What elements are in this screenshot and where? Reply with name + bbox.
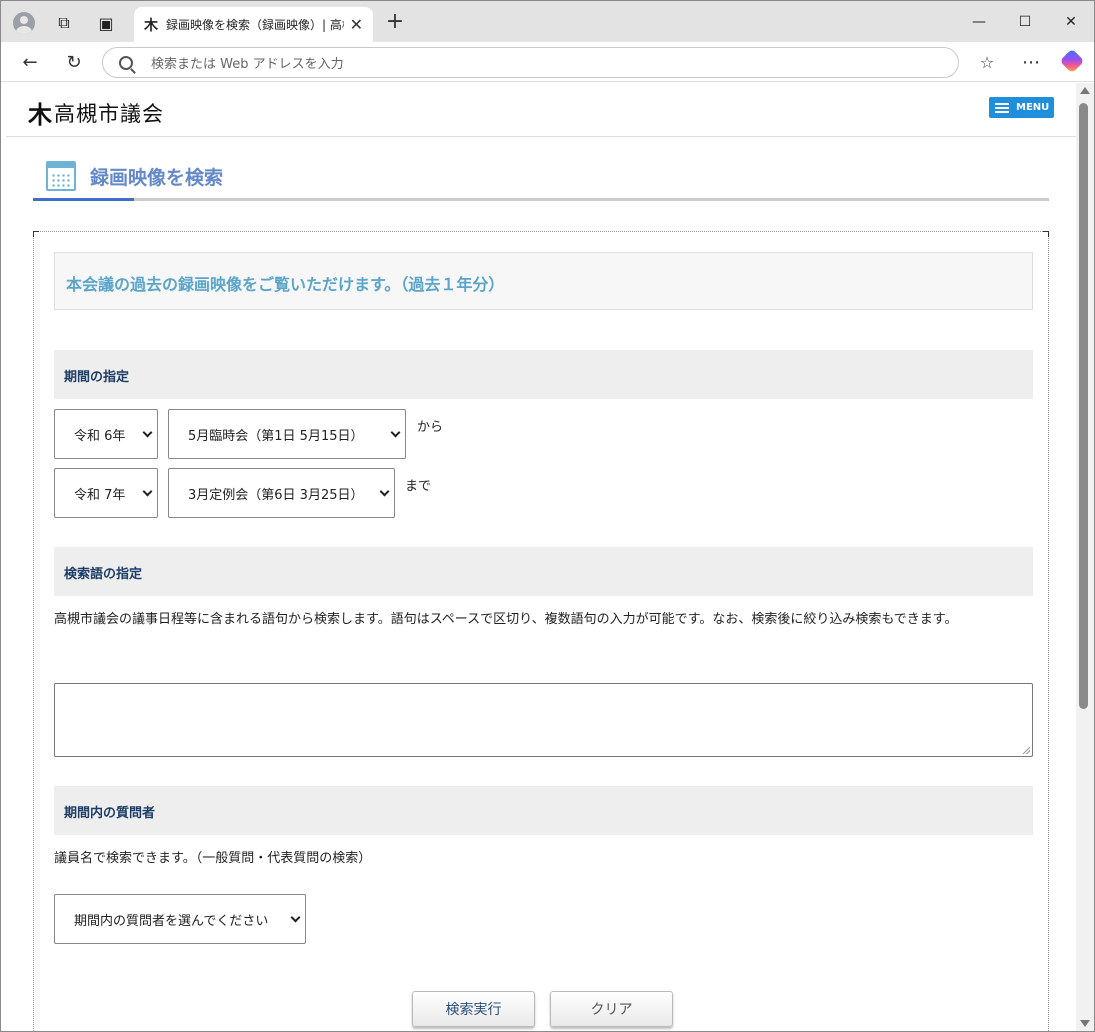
scroll-down-icon[interactable] bbox=[1080, 1020, 1090, 1027]
city-emblem-icon: 木 bbox=[28, 101, 52, 129]
site-logo[interactable]: 木 高槻市議会 bbox=[28, 95, 164, 130]
back-button[interactable]: ← bbox=[16, 48, 44, 76]
window-controls: — ☐ ✕ bbox=[956, 1, 1094, 42]
questioner-value: 期間内の質問者を選んでください bbox=[74, 913, 269, 929]
browser-tab-active[interactable]: 木 録画映像を検索（録画映像）| 高槻市議会 ✕ bbox=[134, 7, 373, 42]
browser-window: ⧉ ▣ 木 録画映像を検索（録画映像）| 高槻市議会 ✕ + — ☐ ✕ ← ↻… bbox=[0, 0, 1095, 1032]
site-name: 高槻市議会 bbox=[54, 101, 164, 126]
refresh-button[interactable]: ↻ bbox=[60, 48, 88, 76]
keyword-heading: 検索語の指定 bbox=[54, 547, 1033, 596]
menu-button[interactable]: MENU bbox=[989, 97, 1054, 118]
keyword-description: 高槻市議会の議事日程等に含まれる語句から検索します。語句はスペースで区切り、複数… bbox=[54, 612, 958, 627]
period-heading: 期間の指定 bbox=[54, 350, 1033, 399]
keyword-textarea[interactable] bbox=[54, 683, 1033, 757]
to-session-value: 3月定例会（第6日 3月25日） bbox=[188, 487, 364, 503]
chevron-down-icon bbox=[379, 486, 390, 497]
favorites-icon[interactable]: ☆ bbox=[973, 48, 1001, 76]
search-button[interactable]: 検索実行 bbox=[412, 991, 535, 1027]
browser-toolbar: ← ↻ 検索または Web アドレスを入力 ☆ ⋯ bbox=[1, 42, 1094, 82]
chevron-down-icon bbox=[142, 486, 153, 497]
scroll-up-icon[interactable] bbox=[1080, 87, 1090, 94]
search-form: 本会議の過去の録画映像をご覧いただけます。（過去１年分） 期間の指定 令和 6年… bbox=[33, 231, 1049, 1031]
from-year-select[interactable]: 令和 6年 bbox=[54, 409, 158, 459]
site-favicon: 木 bbox=[144, 17, 158, 34]
questioner-heading: 期間内の質問者 bbox=[54, 786, 1033, 835]
from-suffix: から bbox=[417, 420, 444, 435]
maximize-button[interactable]: ☐ bbox=[1002, 1, 1048, 42]
chevron-down-icon bbox=[390, 427, 401, 438]
to-suffix: まで bbox=[405, 479, 432, 494]
to-session-select[interactable]: 3月定例会（第6日 3月25日） bbox=[168, 468, 395, 518]
chevron-down-icon bbox=[142, 427, 153, 438]
tab-strip: ⧉ ▣ 木 録画映像を検索（録画映像）| 高槻市議会 ✕ + — ☐ ✕ bbox=[1, 1, 1094, 42]
page-title-row: 録画映像を検索 bbox=[33, 157, 1049, 201]
title-underline bbox=[33, 198, 134, 201]
menu-label: MENU bbox=[1016, 102, 1050, 113]
copilot-icon[interactable] bbox=[1059, 48, 1085, 74]
search-icon bbox=[119, 55, 133, 70]
address-bar[interactable]: 検索または Web アドレスを入力 bbox=[102, 47, 959, 78]
tab-close-icon[interactable]: ✕ bbox=[350, 15, 363, 34]
page-viewport: 木 高槻市議会 MENU 録画映像を検索 本会議の過去の録画映像をご覧いただけま… bbox=[1, 83, 1076, 1031]
to-year-value: 令和 7年 bbox=[74, 487, 126, 503]
new-tab-button[interactable]: + bbox=[383, 9, 407, 34]
intro-notice: 本会議の過去の録画映像をご覧いただけます。（過去１年分） bbox=[54, 252, 1033, 310]
questioner-description: 議員名で検索できます。（一般質問・代表質問の検索） bbox=[54, 851, 372, 866]
profile-icon bbox=[13, 12, 35, 34]
minimize-button[interactable]: — bbox=[956, 1, 1002, 42]
from-year-value: 令和 6年 bbox=[74, 428, 126, 444]
questioner-select[interactable]: 期間内の質問者を選んでください bbox=[54, 894, 306, 944]
tab-actions-icon[interactable]: ▣ bbox=[92, 9, 120, 37]
workspaces-icon[interactable]: ⧉ bbox=[50, 9, 78, 37]
address-placeholder: 検索または Web アドレスを入力 bbox=[151, 57, 344, 72]
to-year-select[interactable]: 令和 7年 bbox=[54, 468, 158, 518]
chevron-down-icon bbox=[290, 912, 301, 923]
site-header: 木 高槻市議会 MENU bbox=[6, 83, 1076, 137]
close-window-button[interactable]: ✕ bbox=[1048, 1, 1094, 42]
profile-avatar[interactable] bbox=[10, 9, 38, 37]
more-menu-icon[interactable]: ⋯ bbox=[1017, 48, 1045, 76]
from-session-value: 5月臨時会（第1日 5月15日） bbox=[188, 428, 364, 444]
page-title: 録画映像を検索 bbox=[90, 167, 224, 189]
calendar-icon bbox=[46, 161, 76, 191]
from-session-select[interactable]: 5月臨時会（第1日 5月15日） bbox=[168, 409, 406, 459]
page-scrollbar[interactable] bbox=[1076, 83, 1094, 1031]
tab-title: 録画映像を検索（録画映像）| 高槻市議会 bbox=[166, 18, 344, 32]
scroll-thumb[interactable] bbox=[1079, 103, 1088, 709]
hamburger-icon bbox=[995, 102, 1009, 113]
clear-button[interactable]: クリア bbox=[550, 991, 673, 1027]
